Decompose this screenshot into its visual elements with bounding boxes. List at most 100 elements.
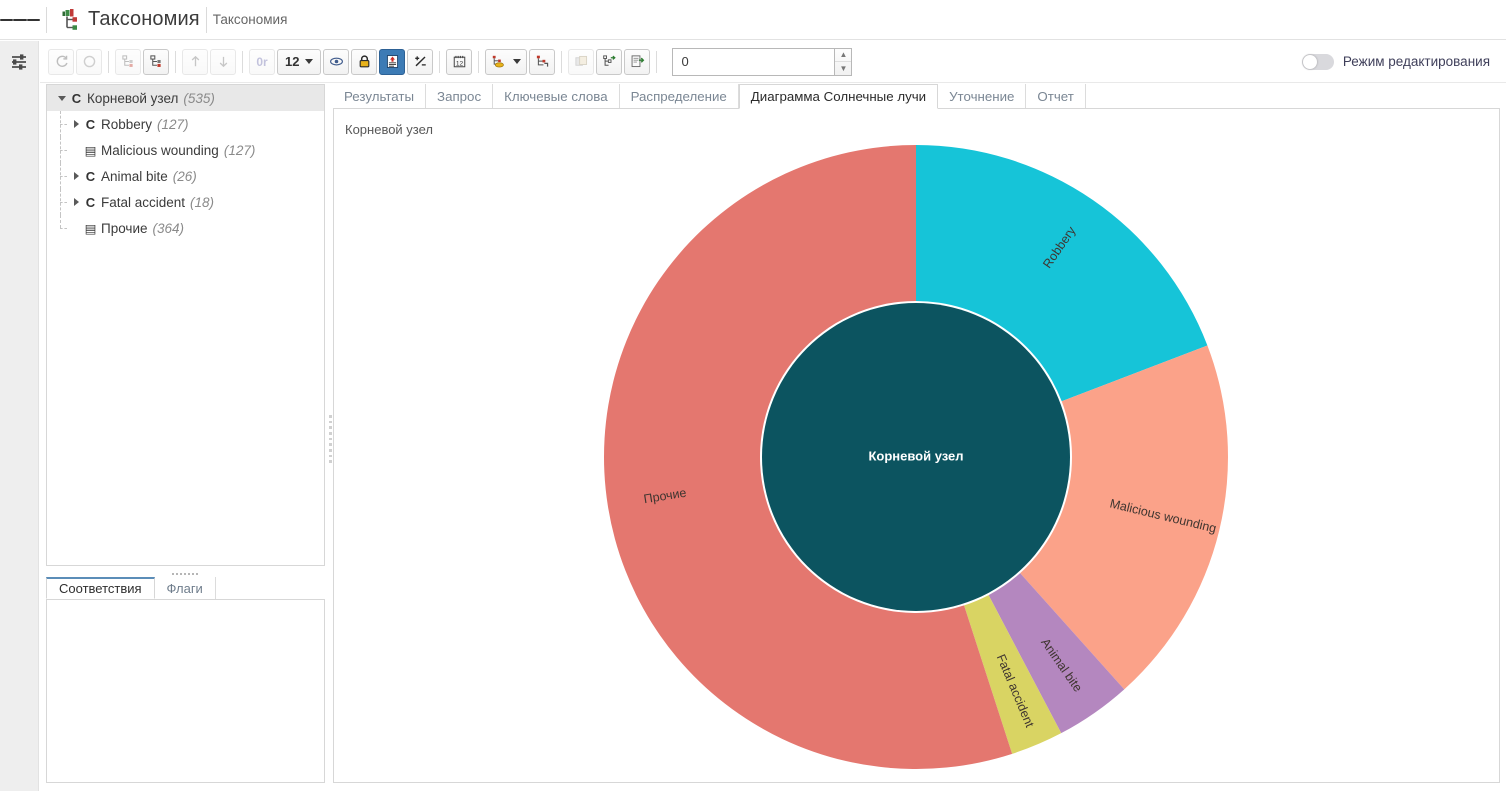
tree-node-fatal-accident[interactable]: C Fatal accident (18) <box>47 189 324 215</box>
tab-matches[interactable]: Соответствия <box>46 577 155 599</box>
chevron-down-icon <box>305 59 314 64</box>
threshold-field-group: ▲ ▼ <box>672 47 853 76</box>
tree-guide-branch <box>60 150 67 151</box>
title-divider <box>46 6 47 33</box>
chevron-down-icon[interactable]: ▼ <box>835 61 852 75</box>
tree-node-animal-bite[interactable]: C Animal bite (26) <box>47 163 324 189</box>
tree-corner-icon[interactable] <box>529 48 556 75</box>
tab-flags-label: Флаги <box>166 580 203 596</box>
toolbar-divider-4 <box>439 50 441 73</box>
taxonomy-tree-panel: C Корневой узел (535) C Robbery (127) ▤ … <box>46 84 325 566</box>
tab-matches-label: Соответствия <box>59 581 142 596</box>
tree-guide-line <box>60 215 61 228</box>
toolbar-divider-6 <box>561 50 563 73</box>
level-select-value: 12 <box>285 54 300 69</box>
chevron-down-icon[interactable] <box>55 95 69 101</box>
tab-keywords-label: Ключевые слова <box>504 88 608 104</box>
calendar-12-icon[interactable]: 12 <box>446 48 473 75</box>
tree-node-label: Robbery <box>101 116 153 132</box>
tab-refinement-label: Уточнение <box>949 88 1015 104</box>
sunburst-svg[interactable]: RobberyMalicious woundingAnimal biteFata… <box>334 137 1499 781</box>
sliders-icon[interactable] <box>0 41 38 83</box>
tab-flags[interactable]: Флаги <box>155 577 216 599</box>
tree-node-count: (535) <box>183 90 215 106</box>
toolbar-divider-1 <box>108 50 109 73</box>
tab-query[interactable]: Запрос <box>426 84 494 108</box>
main-tab-bar: Результаты Запрос Ключевые слова Распред… <box>333 84 1500 109</box>
chevron-right-icon[interactable] <box>69 198 83 206</box>
subtitle-divider <box>205 6 207 33</box>
hamburger-menu-icon[interactable] <box>0 0 40 40</box>
tree-node-label: Fatal accident <box>101 194 186 210</box>
edit-mode-label: Режим редактирования <box>1342 54 1490 69</box>
tab-distribution[interactable]: Распределение <box>620 84 739 108</box>
tree-node-count: (127) <box>223 142 256 158</box>
application-window: Таксономия Таксономия 0r 12 12 0 ▲ ▼ Реж… <box>0 0 1506 791</box>
tree-export-icon[interactable] <box>596 48 623 75</box>
tree-node-other[interactable]: ▤ Прочие (364) <box>47 215 324 241</box>
chart-breadcrumb: Корневой узел <box>345 122 434 137</box>
eye-icon[interactable] <box>323 48 350 75</box>
app-title: Таксономия <box>88 8 200 30</box>
left-rail <box>0 41 39 791</box>
tab-keywords[interactable]: Ключевые слова <box>493 84 620 108</box>
tab-distribution-label: Распределение <box>630 88 727 104</box>
sunburst-chart[interactable]: Robbery Malicious wounding Animal bite Fata… <box>334 137 1499 781</box>
chevron-right-icon[interactable] <box>69 120 83 128</box>
tree-node-malicious-wounding[interactable]: ▤ Malicious wounding (127) <box>47 137 324 163</box>
lower-panel-body <box>46 599 325 783</box>
toolbar-divider-3 <box>242 50 243 73</box>
tab-report[interactable]: Отчет <box>1026 84 1086 108</box>
chevron-up-icon[interactable]: ▲ <box>835 49 851 62</box>
tree-node-robbery[interactable]: C Robbery (127) <box>47 111 324 137</box>
tree-guide-branch <box>60 176 67 177</box>
taxonomy-tree-logo-icon <box>57 7 83 33</box>
tab-sunburst-label: Диаграмма Солнечные лучи <box>750 89 927 104</box>
toolbar-divider-2 <box>175 50 176 73</box>
lock-icon[interactable] <box>351 48 378 75</box>
tab-results[interactable]: Результаты <box>333 84 427 108</box>
level-select[interactable]: 12 <box>277 48 322 75</box>
threshold-input[interactable] <box>672 47 835 76</box>
tree-node-count: (127) <box>157 116 189 132</box>
tree-node-count: (18) <box>190 194 215 210</box>
arrow-down-icon[interactable] <box>210 48 236 75</box>
tree-node-label: Animal bite <box>101 168 168 184</box>
tree-node-label: Прочие <box>101 220 148 236</box>
threshold-spinners: ▲ ▼ <box>834 47 853 76</box>
undo-button[interactable] <box>76 48 102 75</box>
copy-documents-icon[interactable] <box>568 48 595 75</box>
chevron-right-icon[interactable] <box>69 172 83 180</box>
tree-gold-icon[interactable] <box>485 48 528 75</box>
title-bar: Таксономия Таксономия <box>0 0 1506 40</box>
category-c-icon: C <box>85 168 96 184</box>
tree-collapse-icon[interactable] <box>115 48 141 75</box>
document-node-icon: ▤ <box>84 221 97 236</box>
document-export-icon[interactable] <box>624 48 651 75</box>
edit-mode-toggle[interactable] <box>1301 53 1334 70</box>
document-node-icon: ▤ <box>84 143 97 158</box>
tab-sunburst[interactable]: Диаграмма Солнечные лучи <box>738 84 939 109</box>
tree-guide-branch <box>60 124 67 125</box>
tree-guide-branch <box>60 228 67 229</box>
document-highlight-icon[interactable] <box>379 48 406 75</box>
tree-expand-icon[interactable] <box>143 48 169 75</box>
arrow-up-icon[interactable] <box>182 48 208 75</box>
percent-slash-icon[interactable] <box>407 48 434 75</box>
or-label: 0r <box>256 54 268 69</box>
chevron-down-icon <box>513 59 522 64</box>
breadcrumb-subtitle: Таксономия <box>212 12 288 27</box>
tree-node-label: Malicious wounding <box>101 142 219 158</box>
toolbar-divider-7 <box>656 50 658 73</box>
or-text-icon[interactable]: 0r <box>249 48 275 75</box>
edit-mode-group: Режим редактирования <box>1301 53 1490 70</box>
tab-refinement[interactable]: Уточнение <box>938 84 1027 108</box>
sunburst-panel: Корневой узел Robbery Malicious wounding A… <box>333 109 1500 783</box>
tab-report-label: Отчет <box>1037 88 1074 104</box>
redo-button[interactable] <box>48 48 74 75</box>
category-c-icon: C <box>71 90 82 106</box>
tree-node-count: (26) <box>172 168 197 184</box>
sunburst-center-label: Корневой узел <box>868 448 963 463</box>
tree-node-root[interactable]: C Корневой узел (535) <box>47 85 324 111</box>
tree-guide-branch <box>60 202 67 203</box>
